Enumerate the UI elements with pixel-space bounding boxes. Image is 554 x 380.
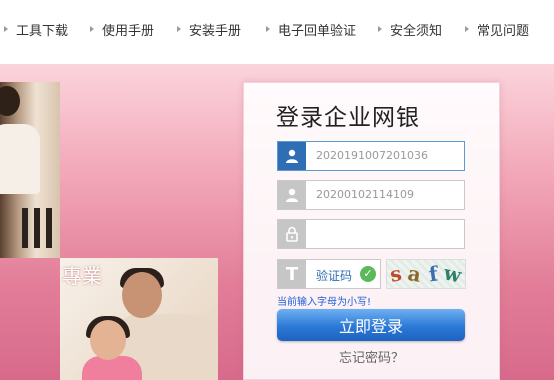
banner-photo-calligraphy [0, 82, 60, 258]
nav-item-receipt-verify[interactable]: 电子回单验证 [266, 19, 356, 39]
captcha-label: 验证码 [316, 269, 353, 283]
user-icon [278, 181, 306, 209]
arrow-right-icon [378, 26, 382, 32]
nav-item-faq[interactable]: 常见问题 [465, 19, 529, 39]
captcha-image[interactable]: s a f w [386, 259, 466, 289]
forgot-password-link[interactable]: 忘记密码？ [244, 347, 499, 366]
login-title: 登录企业网银 [276, 105, 420, 131]
banner-photo-text: 專業 [62, 264, 102, 288]
arrow-right-icon [90, 26, 94, 32]
nav-item-label: 工具下载 [16, 23, 69, 39]
banner-photo-family: 專業 [60, 258, 218, 380]
username-value: 2020191007201036 [316, 149, 428, 162]
nav-item-tools-download[interactable]: 工具下载 [4, 19, 68, 39]
nav-item-label: 安全须知 [390, 23, 443, 39]
arrow-right-icon [177, 26, 181, 32]
captcha-char: w [441, 260, 464, 288]
nav-item-user-manual[interactable]: 使用手册 [90, 19, 154, 39]
nav-item-label: 安装手册 [189, 23, 242, 39]
check-icon: ✓ [360, 266, 376, 282]
arrow-right-icon [465, 26, 469, 32]
nav-item-label: 常见问题 [477, 23, 530, 39]
user-icon [278, 142, 306, 170]
nav-item-install-manual[interactable]: 安装手册 [177, 19, 241, 39]
nav-item-label: 使用手册 [102, 23, 155, 39]
captcha-char: s [387, 261, 404, 287]
password-field[interactable] [277, 219, 465, 249]
username-field[interactable]: 2020191007201036 [277, 141, 465, 171]
login-button[interactable]: 立即登录 [277, 309, 465, 341]
caps-hint: 当前输入字母为小写! [277, 297, 372, 308]
top-nav: 工具下载 使用手册 安装手册 电子回单验证 安全须知 常见问题 [0, 0, 554, 60]
arrow-right-icon [4, 26, 8, 32]
arrow-right-icon [266, 26, 270, 32]
nav-item-label: 电子回单验证 [278, 23, 357, 39]
password-input[interactable] [310, 222, 464, 248]
captcha-char: a [406, 261, 423, 287]
captcha-field[interactable]: T 验证码 ✓ [277, 259, 381, 289]
account-field[interactable]: 20200102114109 [277, 180, 465, 210]
captcha-char: f [427, 261, 440, 287]
lock-icon [278, 220, 306, 248]
nav-item-security[interactable]: 安全须知 [378, 19, 442, 39]
login-panel: 登录企业网银 2020191007201036 20200102114109 T… [243, 82, 500, 380]
captcha-text-icon: T [278, 260, 306, 288]
account-value: 20200102114109 [316, 188, 414, 201]
